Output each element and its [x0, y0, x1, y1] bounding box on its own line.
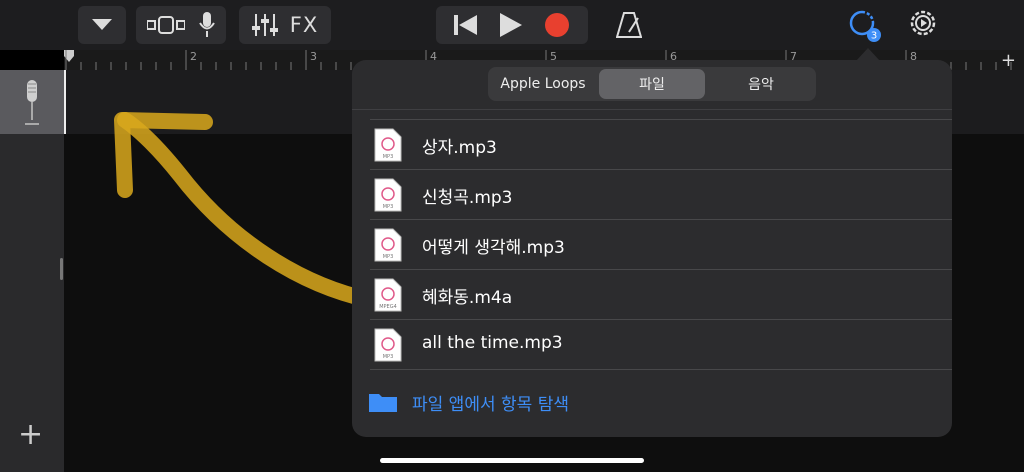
list-item-partial — [352, 70, 952, 120]
ruler-number: 2 — [190, 50, 197, 63]
track-lane-edge — [64, 70, 66, 134]
microphone-icon[interactable] — [199, 12, 215, 38]
browse-files-label: 파일 앱에서 항목 탐색 — [412, 394, 569, 415]
add-track-plus-icon[interactable]: + — [18, 420, 43, 450]
settings-gear-icon[interactable] — [908, 8, 938, 42]
file-name: all the time.mp3 — [422, 333, 563, 353]
loop-icon: 3 — [849, 10, 881, 42]
file-name: 신청곡.mp3 — [422, 188, 513, 208]
file-name: 혜화동.m4a — [422, 288, 513, 308]
svg-text:MP3: MP3 — [383, 254, 394, 260]
track-header-audio[interactable] — [0, 70, 64, 134]
file-name: 어떻게 생각해.mp3 — [422, 238, 565, 258]
microphone-instrument-icon — [25, 80, 39, 125]
mp3-file-icon: MP3 — [374, 228, 402, 262]
fx-button[interactable]: FX — [290, 13, 318, 37]
control-bar: FX 3 — [0, 0, 1024, 50]
loop-browser-button[interactable]: 3 — [848, 9, 882, 47]
metronome-icon[interactable] — [615, 12, 643, 42]
list-item[interactable]: MP3 상자.mp3 — [352, 120, 952, 170]
list-item[interactable]: MP3 신청곡.mp3 — [352, 170, 952, 220]
resize-grip[interactable] — [60, 258, 63, 280]
track-view-button-group — [136, 6, 226, 44]
go-to-beginning-icon[interactable] — [454, 14, 478, 36]
mixer-fx-group: FX — [239, 6, 331, 44]
file-name: 상자.mp3 — [422, 138, 497, 158]
svg-text:MP3: MP3 — [383, 154, 394, 160]
browse-files-app-link[interactable]: 파일 앱에서 항목 탐색 — [368, 387, 569, 417]
ruler-number: 3 — [310, 50, 317, 63]
triangle-down-icon — [92, 19, 112, 30]
loop-badge-count: 3 — [871, 31, 877, 42]
mp3-file-icon: MP3 — [374, 328, 402, 362]
add-section-plus-icon[interactable]: + — [1001, 50, 1016, 71]
home-indicator[interactable] — [380, 458, 644, 463]
mp3-file-icon: MP3 — [374, 178, 402, 212]
play-icon[interactable] — [500, 13, 522, 37]
svg-text:MPEG4: MPEG4 — [379, 304, 397, 310]
list-item[interactable]: MPEG4 혜화동.m4a — [352, 270, 952, 320]
record-icon[interactable] — [544, 12, 570, 38]
mixer-sliders-icon[interactable] — [251, 13, 278, 37]
loop-browser-popover: Apple Loops 파일 음악 MP3 상자.mp3 MP3 신청곡.mp3… — [352, 60, 952, 437]
folder-icon — [369, 394, 397, 412]
svg-text:MP3: MP3 — [383, 204, 394, 210]
svg-text:MP3: MP3 — [383, 354, 394, 360]
transport-controls — [436, 6, 588, 44]
m4a-file-icon: MPEG4 — [374, 278, 402, 312]
tracks-view-icon[interactable] — [147, 15, 185, 35]
list-item[interactable]: MP3 all the time.mp3 — [352, 320, 952, 370]
list-item[interactable]: MP3 어떻게 생각해.mp3 — [352, 220, 952, 270]
mp3-file-icon: MP3 — [374, 128, 402, 162]
view-menu-button[interactable] — [78, 6, 126, 44]
